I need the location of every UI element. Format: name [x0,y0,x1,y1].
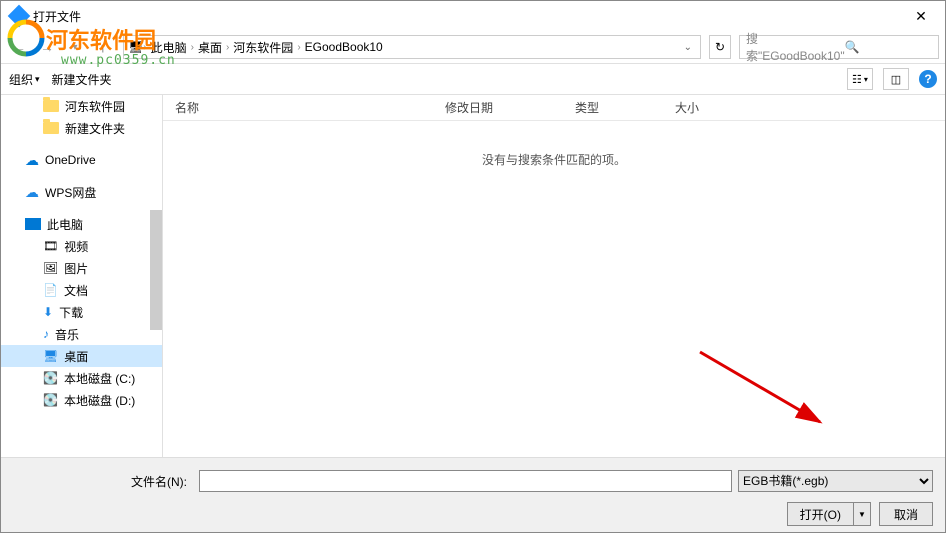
video-icon: 🎞 [43,239,58,253]
search-input[interactable]: 搜索"EGoodBook10" 🔍 [739,35,939,59]
crumb-1[interactable]: 桌面 [194,39,226,56]
sidebar-item-disk-d[interactable]: 💽本地磁盘 (D:) [1,389,162,411]
sidebar-item-downloads[interactable]: ⬇下载 [1,301,162,323]
column-headers: 名称 修改日期 类型 大小 [163,95,945,121]
body: 河东软件园 新建文件夹 ☁OneDrive ☁WPS网盘 此电脑 🎞视频 🖼图片… [1,95,945,457]
recent-dropdown[interactable]: ▾ [63,35,87,59]
annotation-arrow [695,347,835,437]
search-placeholder: 搜索"EGoodBook10" [746,30,845,64]
sidebar: 河东软件园 新建文件夹 ☁OneDrive ☁WPS网盘 此电脑 🎞视频 🖼图片… [1,95,163,457]
back-button[interactable]: ← [7,35,31,59]
sidebar-item-video[interactable]: 🎞视频 [1,235,162,257]
sidebar-item-disk-c[interactable]: 💽本地磁盘 (C:) [1,367,162,389]
sidebar-item-documents[interactable]: 📄文档 [1,279,162,301]
search-icon: 🔍 [845,40,932,54]
empty-message: 没有与搜索条件匹配的项。 [163,151,945,168]
crumb-0[interactable]: 此电脑 [147,39,191,56]
breadcrumb-dropdown[interactable]: ⌄ [684,42,696,53]
document-icon: 📄 [43,283,58,297]
organize-menu[interactable]: 组织 ▾ [9,71,40,88]
filetype-select[interactable]: EGB书籍(*.egb) [738,470,933,492]
toolbar: 组织 ▾ 新建文件夹 ☷ ▾ ◫ ? [1,63,945,95]
sidebar-item-wps[interactable]: ☁WPS网盘 [1,181,162,203]
filename-input[interactable] [199,470,732,492]
download-icon: ⬇ [43,305,53,319]
sidebar-item-desktop[interactable]: 🖥桌面 [1,345,162,367]
pc-icon [25,218,41,230]
col-name[interactable]: 名称 [163,99,433,116]
open-button[interactable]: 打开(O) ▼ [787,502,871,526]
crumb-2[interactable]: 河东软件园 [229,39,297,56]
sidebar-item-onedrive[interactable]: ☁OneDrive [1,149,162,171]
cloud-icon: ☁ [25,152,39,169]
cancel-button[interactable]: 取消 [879,502,933,526]
preview-pane-button[interactable]: ◫ [883,68,909,90]
list-icon: ☷ [852,73,862,86]
filename-label: 文件名(N): [13,473,193,490]
sidebar-item-pc[interactable]: 此电脑 [1,213,162,235]
crumb-3[interactable]: EGoodBook10 [301,40,387,54]
open-dropdown[interactable]: ▼ [854,510,870,519]
footer: 文件名(N): EGB书籍(*.egb) 打开(O) ▼ 取消 [1,457,945,532]
cloud-icon: ☁ [25,184,39,201]
help-button[interactable]: ? [919,70,937,88]
col-size[interactable]: 大小 [663,99,763,116]
window-title: 打开文件 [33,8,901,25]
close-button[interactable]: ✕ [901,1,941,31]
scrollbar-thumb[interactable] [150,210,162,330]
desktop-icon: 🖥 [43,349,58,363]
folder-icon [43,100,59,112]
forward-button: → [35,35,59,59]
disk-icon: 💽 [43,371,58,385]
chevron-down-icon: ▾ [864,75,868,84]
titlebar: 打开文件 ✕ [1,1,945,31]
refresh-button[interactable]: ↻ [709,35,731,59]
pc-icon: 🖥 [128,40,143,54]
breadcrumb[interactable]: 🖥 › 此电脑 › 桌面 › 河东软件园 › EGoodBook10 ⌄ [123,35,701,59]
new-folder-button[interactable]: 新建文件夹 [52,71,112,88]
folder-icon [43,122,59,134]
disk-icon: 💽 [43,393,58,407]
picture-icon: 🖼 [43,261,58,275]
preview-icon: ◫ [891,73,901,86]
view-mode-button[interactable]: ☷ ▾ [847,68,873,90]
chevron-down-icon: ▾ [35,74,40,85]
navbar: ← → ▾ ↑ 🖥 › 此电脑 › 桌面 › 河东软件园 › EGoodBook… [1,31,945,63]
sidebar-item-pictures[interactable]: 🖼图片 [1,257,162,279]
file-list-area: 名称 修改日期 类型 大小 没有与搜索条件匹配的项。 [163,95,945,457]
col-modified[interactable]: 修改日期 [433,99,563,116]
sidebar-item-folder[interactable]: 新建文件夹 [1,117,162,139]
music-icon: ♪ [43,327,49,341]
sidebar-item-music[interactable]: ♪音乐 [1,323,162,345]
up-button[interactable]: ↑ [91,35,115,59]
col-type[interactable]: 类型 [563,99,663,116]
sidebar-item-folder[interactable]: 河东软件园 [1,95,162,117]
app-icon [8,5,31,28]
